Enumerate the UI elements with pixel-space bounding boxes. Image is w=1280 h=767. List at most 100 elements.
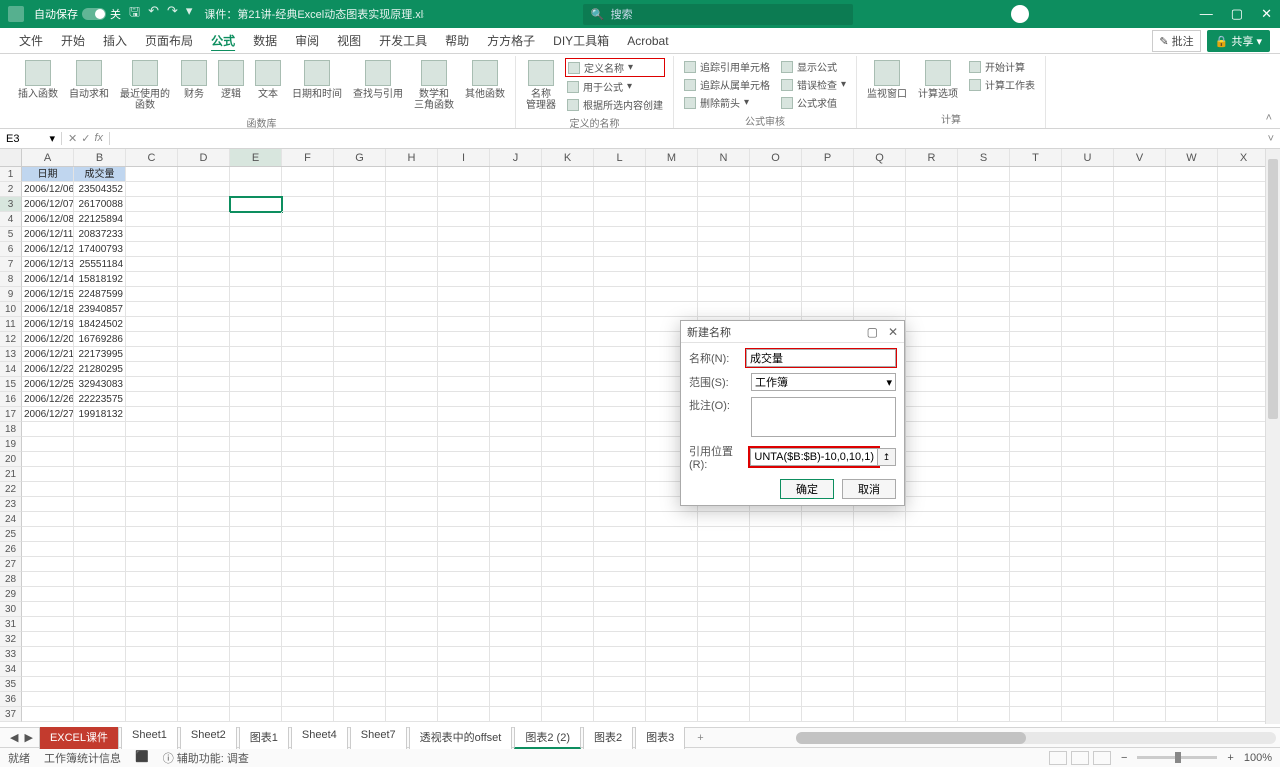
cell-F29[interactable] [282,587,334,602]
cell-C28[interactable] [126,572,178,587]
cell-T16[interactable] [1010,392,1062,407]
cell-C22[interactable] [126,482,178,497]
cell-I23[interactable] [438,497,490,512]
cell-G15[interactable] [334,377,386,392]
cell-E32[interactable] [230,632,282,647]
cell-L30[interactable] [594,602,646,617]
refers-to-input[interactable]: UNTA($B:$B)-10,0,10,1) [750,448,878,466]
cell-U14[interactable] [1062,362,1114,377]
cell-T35[interactable] [1010,677,1062,692]
cell-C15[interactable] [126,377,178,392]
cell-L8[interactable] [594,272,646,287]
cell-U20[interactable] [1062,452,1114,467]
cell-U3[interactable] [1062,197,1114,212]
cell-A34[interactable] [22,662,74,677]
cell-H23[interactable] [386,497,438,512]
column-header-M[interactable]: M [646,149,698,166]
cell-R7[interactable] [906,257,958,272]
cell-D9[interactable] [178,287,230,302]
cell-W31[interactable] [1166,617,1218,632]
cell-B13[interactable]: 22173995 [74,347,126,362]
autosum-button[interactable]: 自动求和 [65,58,113,102]
cell-A3[interactable]: 2006/12/07 [22,197,74,212]
cell-F5[interactable] [282,227,334,242]
cell-K16[interactable] [542,392,594,407]
cell-E8[interactable] [230,272,282,287]
cell-N36[interactable] [698,692,750,707]
cell-U7[interactable] [1062,257,1114,272]
cell-G26[interactable] [334,542,386,557]
cell-V13[interactable] [1114,347,1166,362]
cell-K36[interactable] [542,692,594,707]
row-header-28[interactable]: 28 [0,572,22,587]
cell-M35[interactable] [646,677,698,692]
cell-S13[interactable] [958,347,1010,362]
cell-E23[interactable] [230,497,282,512]
cell-V4[interactable] [1114,212,1166,227]
cell-W3[interactable] [1166,197,1218,212]
cell-B17[interactable]: 19918132 [74,407,126,422]
cell-V8[interactable] [1114,272,1166,287]
cell-F14[interactable] [282,362,334,377]
cell-L13[interactable] [594,347,646,362]
cell-R27[interactable] [906,557,958,572]
cell-E20[interactable] [230,452,282,467]
column-header-I[interactable]: I [438,149,490,166]
cell-L14[interactable] [594,362,646,377]
column-header-X[interactable]: X [1218,149,1270,166]
cell-M30[interactable] [646,602,698,617]
column-header-C[interactable]: C [126,149,178,166]
cell-B2[interactable]: 23504352 [74,182,126,197]
cell-L26[interactable] [594,542,646,557]
column-header-R[interactable]: R [906,149,958,166]
cell-T15[interactable] [1010,377,1062,392]
calc-sheet-button[interactable]: 计算工作表 [967,76,1037,93]
cell-H2[interactable] [386,182,438,197]
cell-U13[interactable] [1062,347,1114,362]
maximize-icon[interactable]: ▢ [1231,6,1243,22]
cell-K28[interactable] [542,572,594,587]
menu-tab-DIY工具箱[interactable]: DIY工具箱 [544,28,618,54]
cell-A14[interactable]: 2006/12/22 [22,362,74,377]
cell-B28[interactable] [74,572,126,587]
cell-X12[interactable] [1218,332,1270,347]
cell-R9[interactable] [906,287,958,302]
cell-E2[interactable] [230,182,282,197]
cell-F10[interactable] [282,302,334,317]
cell-A5[interactable]: 2006/12/11 [22,227,74,242]
cell-E14[interactable] [230,362,282,377]
cell-N4[interactable] [698,212,750,227]
cell-J7[interactable] [490,257,542,272]
cell-M29[interactable] [646,587,698,602]
cell-I34[interactable] [438,662,490,677]
cell-J18[interactable] [490,422,542,437]
cell-B32[interactable] [74,632,126,647]
cell-B12[interactable]: 16769286 [74,332,126,347]
cell-R13[interactable] [906,347,958,362]
column-header-T[interactable]: T [1010,149,1062,166]
cell-A19[interactable] [22,437,74,452]
cell-U27[interactable] [1062,557,1114,572]
cell-E17[interactable] [230,407,282,422]
cell-D33[interactable] [178,647,230,662]
cell-V11[interactable] [1114,317,1166,332]
cell-B6[interactable]: 17400793 [74,242,126,257]
cell-R1[interactable] [906,167,958,182]
grid-rows[interactable]: 1日期成交量22006/12/062350435232006/12/072617… [0,167,1280,727]
cell-U25[interactable] [1062,527,1114,542]
cell-T6[interactable] [1010,242,1062,257]
cell-A28[interactable] [22,572,74,587]
cell-R2[interactable] [906,182,958,197]
cell-D28[interactable] [178,572,230,587]
cell-W30[interactable] [1166,602,1218,617]
cell-I1[interactable] [438,167,490,182]
cell-J8[interactable] [490,272,542,287]
cell-R15[interactable] [906,377,958,392]
cell-Q24[interactable] [854,512,906,527]
cell-I24[interactable] [438,512,490,527]
cell-H34[interactable] [386,662,438,677]
cell-S37[interactable] [958,707,1010,722]
cell-B25[interactable] [74,527,126,542]
cell-H25[interactable] [386,527,438,542]
sheet-tab-Sheet4[interactable]: Sheet4 [291,726,348,749]
